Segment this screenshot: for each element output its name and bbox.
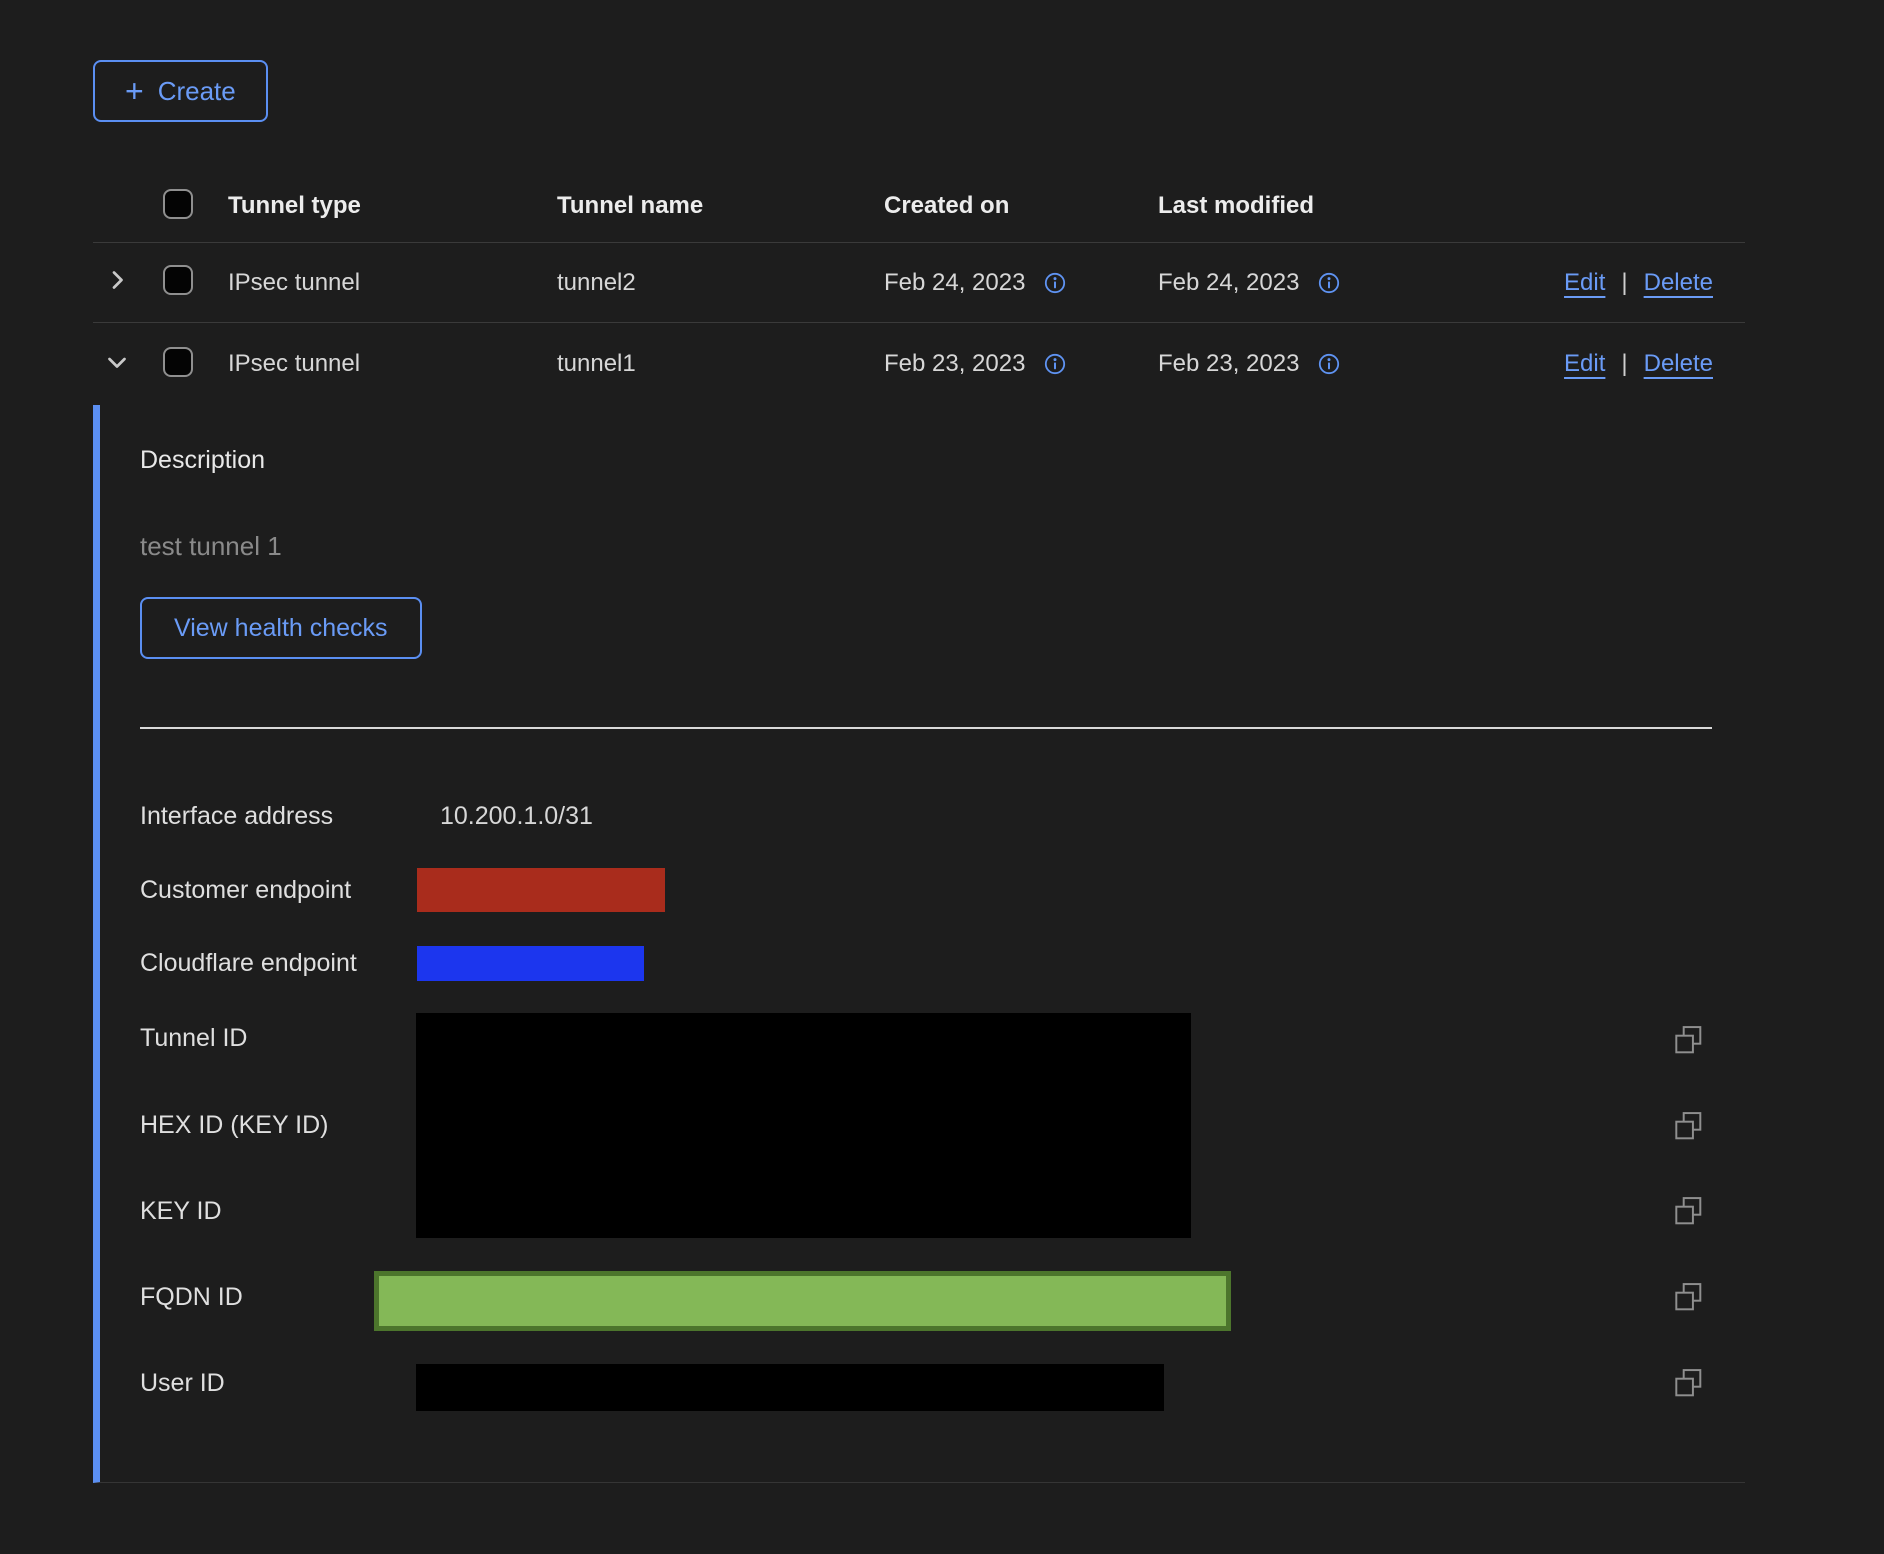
tunnel-type-cell: IPsec tunnel <box>228 350 557 378</box>
created-on-cell: Feb 23, 2023 <box>884 350 1025 378</box>
expand-row-button[interactable] <box>105 268 129 292</box>
table-header-row: Tunnel type Tunnel name Created on Last … <box>93 170 1745 243</box>
description-label: Description <box>140 445 265 475</box>
hex-id-label: HEX ID (KEY ID) <box>140 1109 328 1141</box>
interface-address-label: Interface address <box>140 800 333 832</box>
info-icon[interactable] <box>1043 352 1067 376</box>
copy-icon[interactable] <box>1672 1110 1704 1142</box>
header-tunnel-name: Tunnel name <box>557 192 884 220</box>
create-button-label: Create <box>158 76 236 107</box>
info-icon[interactable] <box>1043 271 1067 295</box>
chevron-down-icon <box>105 350 129 374</box>
tunnel-type-cell: IPsec tunnel <box>228 269 557 297</box>
copy-icon[interactable] <box>1672 1024 1704 1056</box>
table-row: IPsec tunnel tunnel2 Feb 24, 2023 Feb 24… <box>93 243 1745 323</box>
link-separator: | <box>1621 269 1627 297</box>
expanded-row-panel: Description test tunnel 1 View health ch… <box>93 405 1745 1483</box>
interface-address-value: 10.200.1.0/31 <box>440 800 593 832</box>
delete-link[interactable]: Delete <box>1644 269 1713 297</box>
edit-link[interactable]: Edit <box>1564 269 1605 297</box>
delete-link[interactable]: Delete <box>1644 350 1713 378</box>
last-modified-cell: Feb 24, 2023 <box>1158 269 1299 297</box>
row-checkbox[interactable] <box>163 265 193 295</box>
table-row: IPsec tunnel tunnel1 Feb 23, 2023 Feb 23… <box>93 323 1745 405</box>
tunnel-name-cell: tunnel2 <box>557 269 884 297</box>
tunnel-name-cell: tunnel1 <box>557 350 884 378</box>
customer-endpoint-redacted-value <box>417 868 665 912</box>
tunnel-id-label: Tunnel ID <box>140 1022 247 1054</box>
select-all-checkbox[interactable] <box>163 189 193 219</box>
user-id-redacted-value <box>416 1364 1164 1411</box>
header-last-modified: Last modified <box>1158 192 1480 220</box>
create-button[interactable]: + Create <box>93 60 268 122</box>
info-icon[interactable] <box>1317 352 1341 376</box>
last-modified-cell: Feb 23, 2023 <box>1158 350 1299 378</box>
cloudflare-endpoint-redacted-value <box>417 946 644 981</box>
customer-endpoint-label: Customer endpoint <box>140 874 351 906</box>
chevron-right-icon <box>105 268 129 292</box>
header-created-on: Created on <box>884 192 1158 220</box>
plus-icon: + <box>125 75 144 107</box>
edit-link[interactable]: Edit <box>1564 350 1605 378</box>
key-id-label: KEY ID <box>140 1195 222 1227</box>
description-value: test tunnel 1 <box>140 530 282 562</box>
user-id-label: User ID <box>140 1367 225 1399</box>
row-checkbox[interactable] <box>163 347 193 377</box>
copy-icon[interactable] <box>1672 1281 1704 1313</box>
info-icon[interactable] <box>1317 271 1341 295</box>
tunnel-ids-redacted-value <box>416 1013 1191 1238</box>
section-divider <box>140 727 1712 729</box>
collapse-row-button[interactable] <box>105 350 129 374</box>
copy-icon[interactable] <box>1672 1195 1704 1227</box>
fqdn-id-label: FQDN ID <box>140 1281 243 1313</box>
header-tunnel-type: Tunnel type <box>228 192 557 220</box>
created-on-cell: Feb 24, 2023 <box>884 269 1025 297</box>
view-health-checks-button[interactable]: View health checks <box>140 597 422 659</box>
fqdn-id-redacted-value <box>374 1271 1231 1331</box>
copy-icon[interactable] <box>1672 1367 1704 1399</box>
link-separator: | <box>1621 350 1627 378</box>
tunnels-table: Tunnel type Tunnel name Created on Last … <box>93 170 1745 1483</box>
cloudflare-endpoint-label: Cloudflare endpoint <box>140 947 357 979</box>
